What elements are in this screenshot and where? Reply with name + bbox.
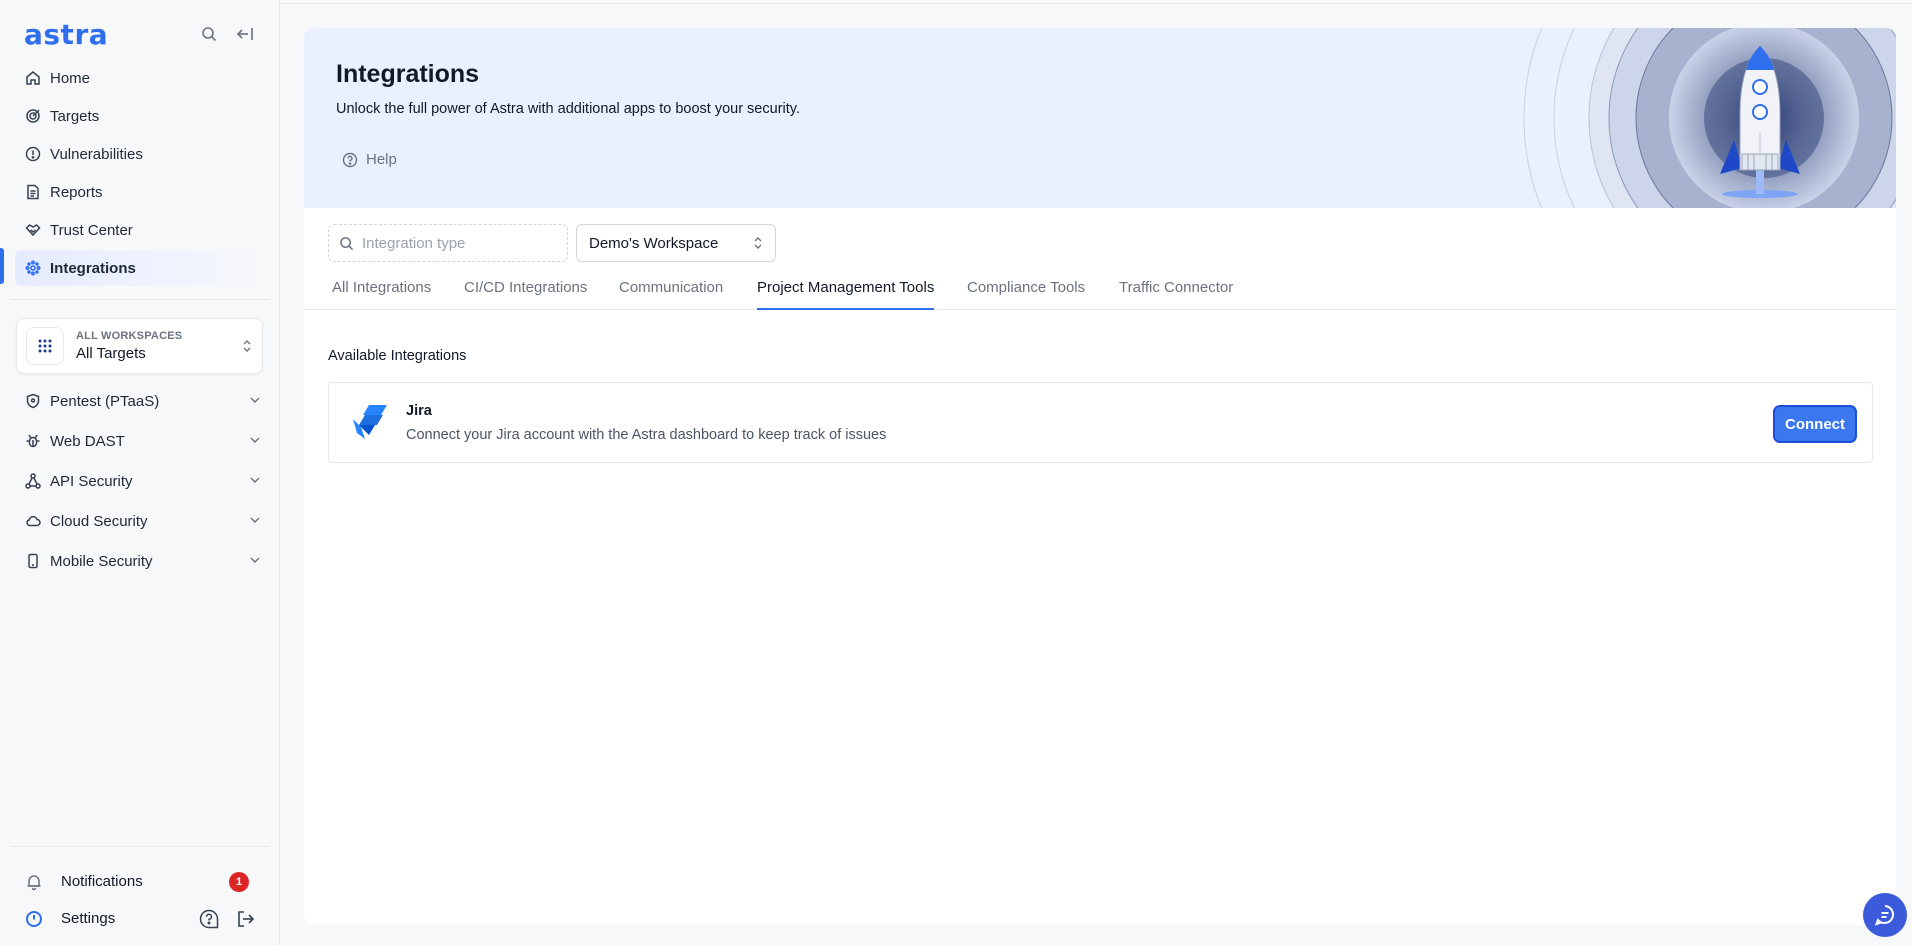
top-border <box>0 0 1912 4</box>
integration-description: Connect your Jira account with the Astra… <box>406 427 887 443</box>
sidebar-group-pentest[interactable]: Pentest (PTaaS) <box>15 381 265 421</box>
bell-icon <box>27 874 41 890</box>
chevron-down-icon <box>250 517 260 524</box>
help-button[interactable]: Help <box>342 151 397 168</box>
sidebar-item-label: Integrations <box>50 259 136 277</box>
help-circle-icon[interactable] <box>199 909 219 933</box>
handshake-icon <box>25 224 41 237</box>
notifications-label: Notifications <box>61 873 143 890</box>
sidebar-group-web-dast[interactable]: Web DAST <box>15 421 265 461</box>
active-nav-indicator <box>0 248 4 284</box>
sidebar-nav: Home Targets Vulnerabilities Reports Tru… <box>15 60 265 288</box>
alert-circle-icon <box>25 146 41 162</box>
workspace-caption: ALL WORKSPACES <box>76 330 183 342</box>
group-label: Mobile Security <box>50 552 153 570</box>
astra-logo[interactable]: astra <box>24 18 108 51</box>
tab-communication[interactable]: Communication <box>619 276 723 310</box>
help-circle-icon <box>342 152 358 167</box>
chat-icon <box>1874 905 1894 926</box>
sidebar-item-integrations[interactable]: Integrations <box>15 250 265 286</box>
sidebar-item-targets[interactable]: Targets <box>15 98 265 134</box>
tab-traffic-connector[interactable]: Traffic Connector <box>1119 276 1233 310</box>
sidebar-group-cloud-security[interactable]: Cloud Security <box>15 501 265 541</box>
page-title: Integrations <box>336 60 480 88</box>
collapse-sidebar-icon[interactable] <box>233 22 257 46</box>
settings-item[interactable]: Settings <box>15 900 265 937</box>
chevron-down-icon <box>250 397 260 404</box>
chevron-up-down-icon <box>753 235 763 255</box>
group-label: Web DAST <box>50 432 125 450</box>
workspace-value: All Targets <box>76 345 146 362</box>
chevron-down-icon <box>250 437 260 444</box>
integration-card-jira: Jira Connect your Jira account with the … <box>328 382 1873 463</box>
rocket-illustration <box>1523 28 1896 208</box>
chat-support-button[interactable] <box>1863 893 1907 937</box>
page-subtitle: Unlock the full power of Astra with addi… <box>336 101 800 117</box>
search-input[interactable] <box>362 234 552 252</box>
tab-cicd-integrations[interactable]: CI/CD Integrations <box>464 276 587 310</box>
sidebar-item-trust-center[interactable]: Trust Center <box>15 212 265 248</box>
chevron-up-down-icon <box>242 339 252 358</box>
integration-tabs: All Integrations CI/CD Integrations Comm… <box>304 276 1896 310</box>
sidebar-group-mobile-security[interactable]: Mobile Security <box>15 541 265 581</box>
sidebar-item-reports[interactable]: Reports <box>15 174 265 210</box>
sidebar-item-label: Trust Center <box>50 221 133 239</box>
section-heading: Available Integrations <box>328 348 467 364</box>
sidebar-divider <box>10 846 270 847</box>
notification-count-badge: 1 <box>229 872 249 892</box>
power-settings-icon <box>26 910 42 927</box>
sidebar: astra Home Targets Vulnerabilities Repor… <box>0 0 280 945</box>
group-label: Cloud Security <box>50 512 148 530</box>
jira-icon <box>353 405 387 439</box>
cloud-icon <box>26 515 41 527</box>
sidebar-item-vulnerabilities[interactable]: Vulnerabilities <box>15 136 265 172</box>
sidebar-item-label: Home <box>50 69 91 87</box>
workspace-selector[interactable]: ALL WORKSPACES All Targets <box>16 318 263 374</box>
shield-icon <box>26 393 40 409</box>
settings-label: Settings <box>61 910 116 927</box>
api-nodes-icon <box>25 473 41 489</box>
home-icon <box>26 71 40 85</box>
logout-icon[interactable] <box>236 909 256 933</box>
tab-project-management-tools[interactable]: Project Management Tools <box>757 276 935 310</box>
bug-icon <box>26 434 40 448</box>
search-icon <box>340 236 354 250</box>
sidebar-divider <box>10 299 270 300</box>
grid-icon <box>26 327 64 365</box>
search-icon[interactable] <box>197 22 221 46</box>
product-groups: Pentest (PTaaS) Web DAST API Security Cl… <box>15 381 265 581</box>
connect-button[interactable]: Connect <box>1773 405 1857 443</box>
integrations-icon <box>25 260 41 276</box>
tab-compliance-tools[interactable]: Compliance Tools <box>967 276 1085 310</box>
main-panel: Integrations Unlock the full power of As… <box>304 28 1896 925</box>
sidebar-item-label: Vulnerabilities <box>50 145 143 163</box>
file-text-icon <box>27 184 39 200</box>
sidebar-bottom: Notifications 1 Settings <box>15 863 265 937</box>
workspace-dropdown-value: Demo's Workspace <box>589 234 719 252</box>
notifications-item[interactable]: Notifications 1 <box>15 863 265 900</box>
sidebar-item-label: Reports <box>50 183 103 201</box>
help-label: Help <box>366 151 397 168</box>
workspace-dropdown[interactable]: Demo's Workspace <box>576 224 776 262</box>
group-label: API Security <box>50 472 133 490</box>
tab-all-integrations[interactable]: All Integrations <box>332 276 431 310</box>
target-icon <box>26 109 40 123</box>
mobile-icon <box>28 553 38 569</box>
sidebar-group-api-security[interactable]: API Security <box>15 461 265 501</box>
integration-search[interactable] <box>328 224 568 262</box>
chevron-down-icon <box>250 557 260 564</box>
chevron-down-icon <box>250 477 260 484</box>
page-header: Integrations Unlock the full power of As… <box>304 28 1896 208</box>
group-label: Pentest (PTaaS) <box>50 392 160 410</box>
integration-name: Jira <box>406 403 432 419</box>
sidebar-item-home[interactable]: Home <box>15 60 265 96</box>
sidebar-item-label: Targets <box>50 107 100 125</box>
